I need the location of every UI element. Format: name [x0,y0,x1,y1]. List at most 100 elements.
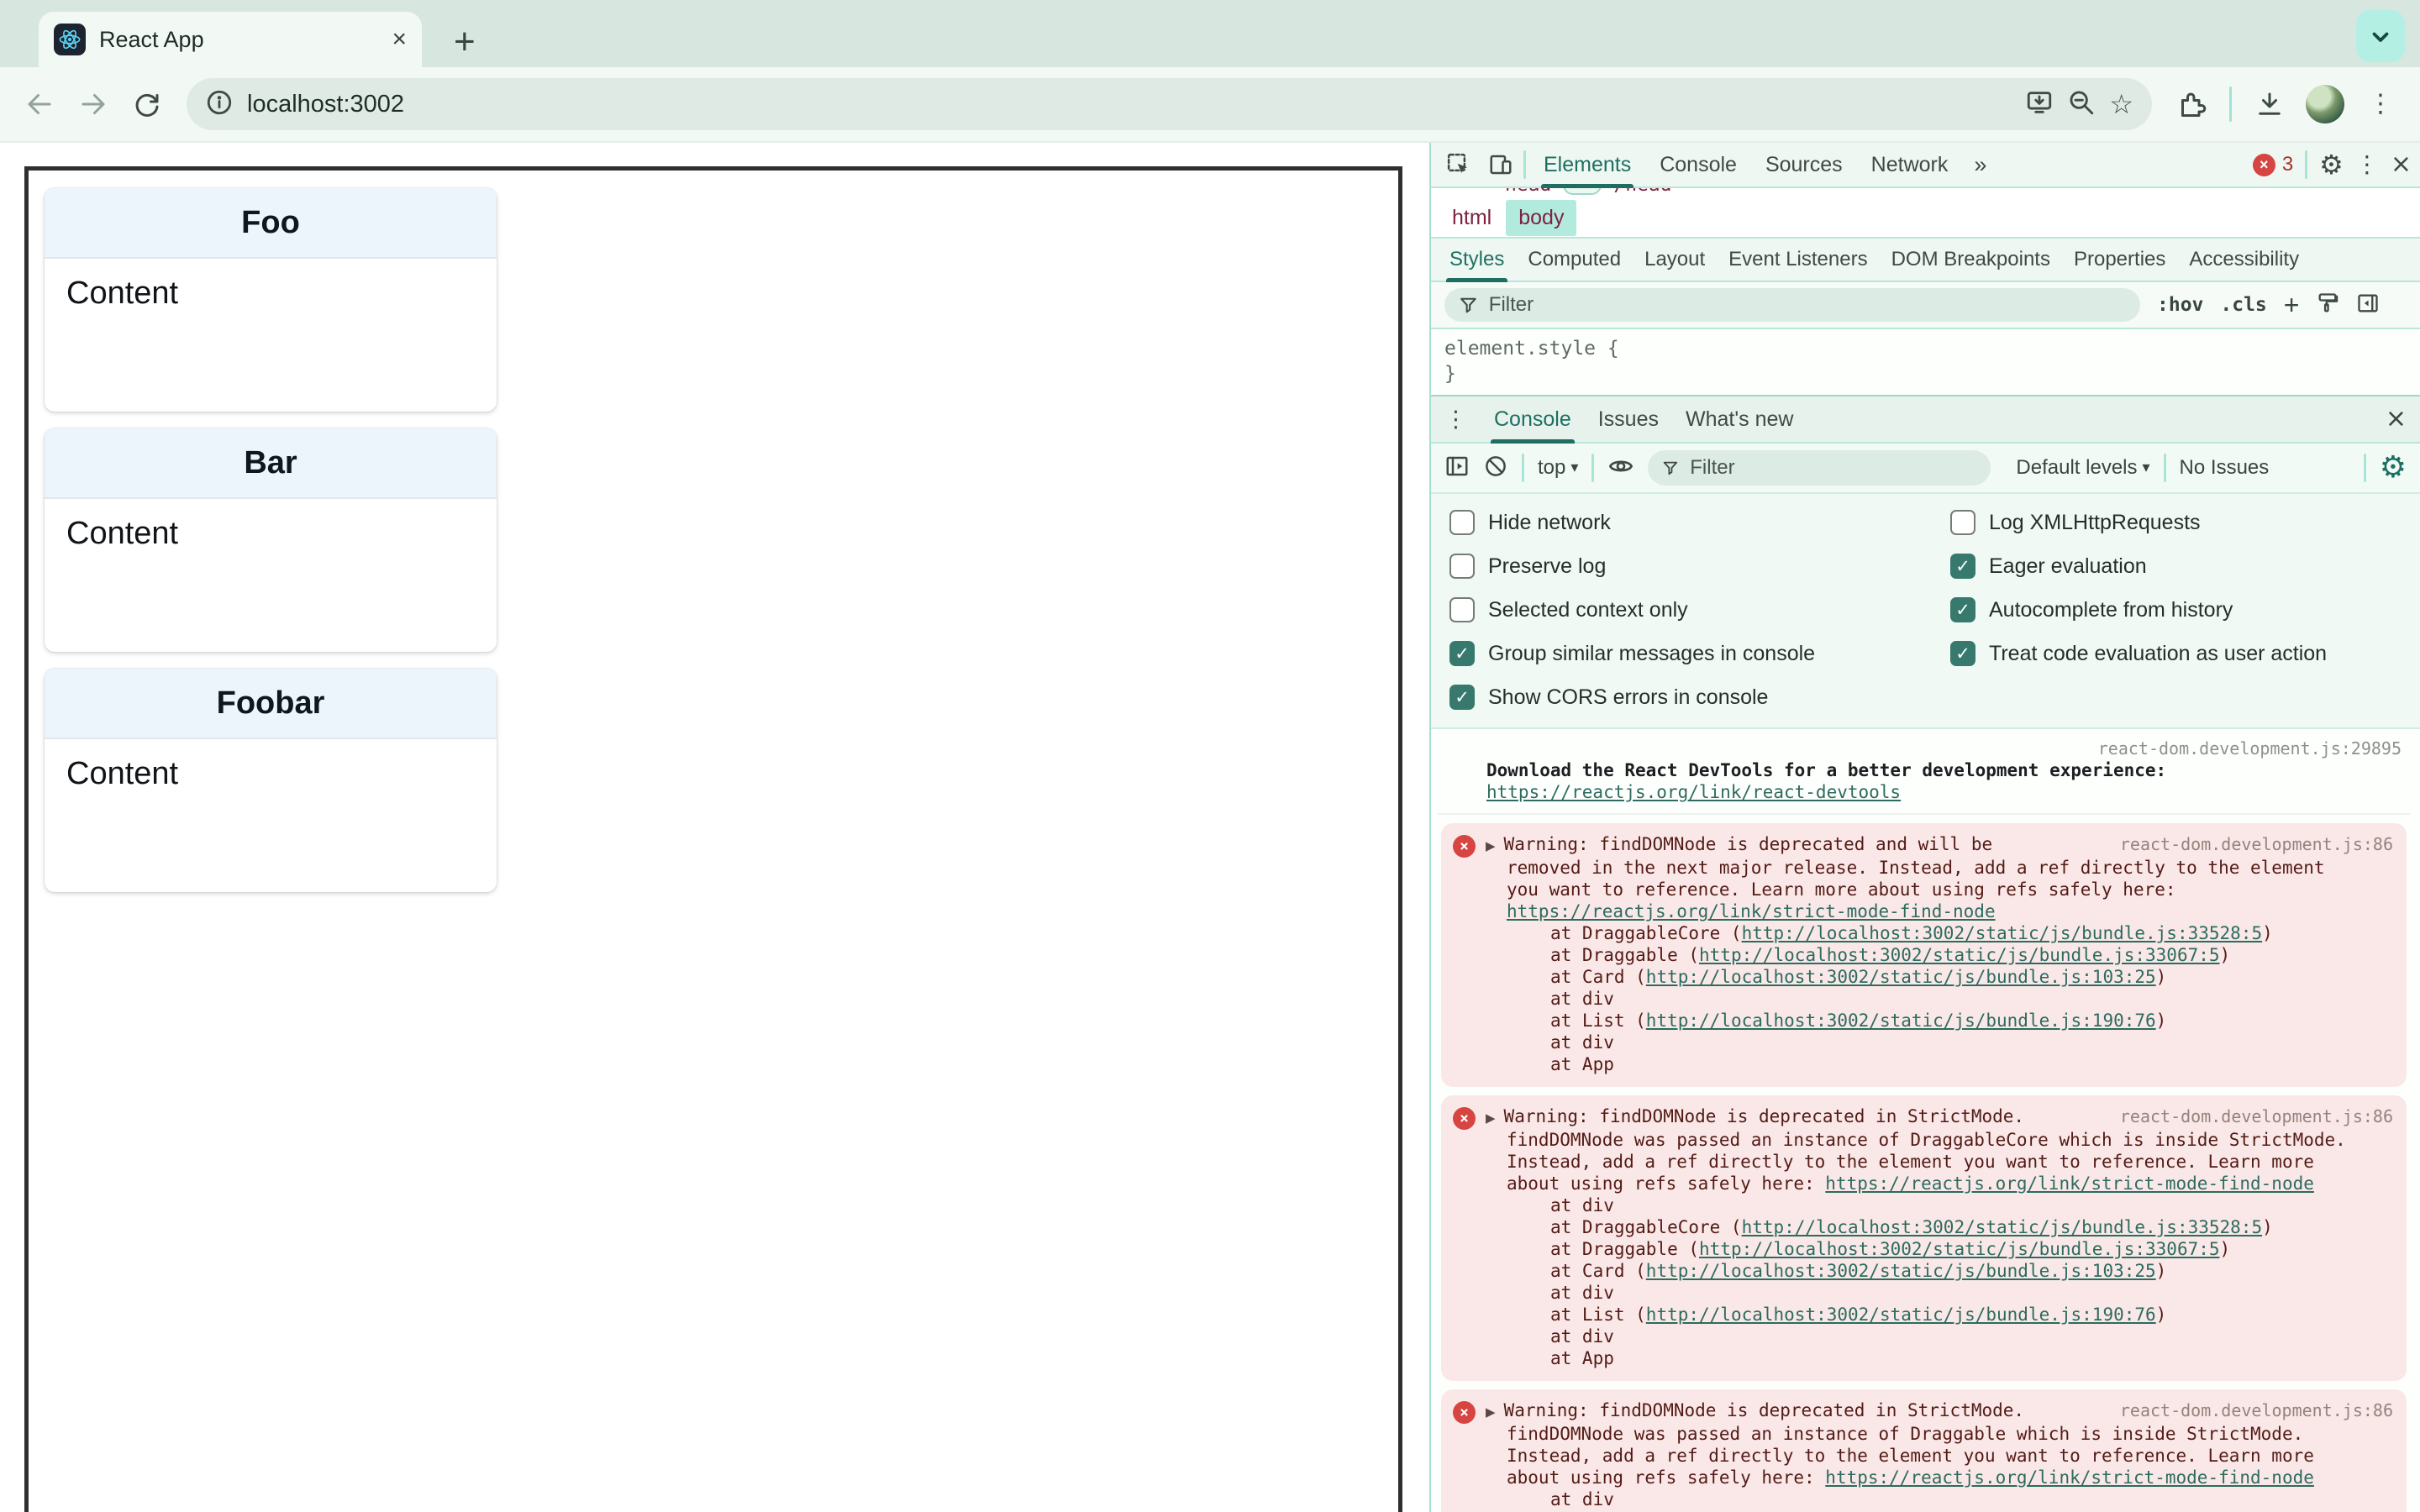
breadcrumb-html[interactable]: html [1439,200,1504,236]
clear-console-icon[interactable] [1483,454,1508,483]
checkbox[interactable] [1449,554,1475,579]
toggle-class-button[interactable]: .cls [2220,294,2266,316]
new-style-rule-button[interactable]: + [2284,291,2300,318]
console-link[interactable]: http://localhost:3002/static/js/bundle.j… [1742,923,2263,943]
devtools-settings-gear-icon[interactable]: ⚙ [2319,151,2344,178]
styles-tab-computed[interactable]: Computed [1516,239,1633,281]
console-setting-log-xmlhttprequests[interactable]: Log XMLHttpRequests [1950,501,2420,544]
drawer-menu-kebab-icon[interactable]: ⋮ [1444,408,1467,431]
breadcrumb-body[interactable]: body [1506,199,1577,236]
console-setting-selected-context-only[interactable]: Selected context only [1449,588,1950,632]
source-link[interactable]: react-dom.development.js:86 [2120,833,2393,855]
styles-tab-dom-breakpoints[interactable]: DOM Breakpoints [1880,239,2062,281]
console-link[interactable]: https://reactjs.org/link/strict-mode-fin… [1507,901,1996,921]
console-link[interactable]: https://reactjs.org/link/strict-mode-fin… [1825,1467,2314,1488]
styles-filter-pill[interactable] [1444,288,2140,322]
console-link[interactable]: https://reactjs.org/link/react-devtools [1486,782,1901,802]
more-tabs-chevron[interactable]: » [1965,152,1995,178]
checkbox[interactable] [1449,597,1475,622]
checkbox[interactable] [1950,510,1975,535]
bookmark-star-icon[interactable]: ☆ [2109,91,2133,118]
console-filter-pill[interactable] [1648,450,1991,486]
expand-arrow-icon[interactable]: ▶ [1486,1107,1496,1129]
console-link[interactable]: http://localhost:3002/static/js/bundle.j… [1742,1217,2263,1237]
url-text[interactable]: localhost:3002 [247,91,2012,118]
checkbox[interactable]: ✓ [1449,641,1475,666]
devtools-tab-network[interactable]: Network [1857,143,1963,186]
browser-tab[interactable]: React App × [39,12,422,67]
drawer-tab-console[interactable]: Console [1481,396,1585,444]
downloads-icon[interactable] [2245,80,2294,129]
source-link[interactable]: react-dom.development.js:86 [2120,1105,2393,1127]
devtools-tab-console[interactable]: Console [1645,143,1751,186]
toggle-hover-state-button[interactable]: :hov [2157,294,2203,316]
extensions-puzzle-icon[interactable] [2167,80,2216,129]
inspect-element-icon[interactable] [1439,145,1478,184]
styles-tab-properties[interactable]: Properties [2062,239,2177,281]
site-info-icon[interactable] [205,88,234,121]
url-bar[interactable]: localhost:3002 ☆ [187,78,2152,130]
expand-arrow-icon[interactable]: ▶ [1486,835,1496,857]
format-paint-icon[interactable] [2316,291,2339,319]
live-expression-eye-icon[interactable] [1607,453,1634,484]
checkbox[interactable] [1449,510,1475,535]
draggable-card-foobar[interactable]: Foobar Content [45,669,497,892]
console-setting-eager-evaluation[interactable]: ✓ Eager evaluation [1950,544,2420,588]
reload-button[interactable] [123,80,171,129]
profile-avatar[interactable] [2306,85,2344,123]
draggable-card-foo[interactable]: Foo Content [45,188,497,412]
browser-menu-kebab-icon[interactable]: ⋮ [2356,80,2405,129]
element-style-rule[interactable]: element.style { } [1431,329,2420,395]
checkbox[interactable]: ✓ [1950,597,1975,622]
expand-arrow-icon[interactable]: ▶ [1486,1401,1496,1423]
zoom-out-icon[interactable] [2067,88,2096,121]
source-link[interactable]: react-dom.development.js:29895 [2098,738,2402,759]
styles-tab-layout[interactable]: Layout [1633,239,1717,281]
tab-close-icon[interactable]: × [392,27,407,52]
devtools-menu-kebab-icon[interactable]: ⋮ [2355,153,2379,176]
console-link[interactable]: http://localhost:3002/static/js/bundle.j… [1646,1011,2156,1031]
console-settings-gear-icon[interactable]: ⚙ [2380,453,2407,483]
console-link[interactable]: https://reactjs.org/link/strict-mode-fin… [1825,1173,2314,1194]
dom-collapsed-badge[interactable] [1563,188,1602,195]
console-setting-show-cors-errors-in-console[interactable]: ✓ Show CORS errors in console [1449,675,1950,719]
drawer-close-icon[interactable]: × [2386,407,2407,432]
console-setting-treat-code-evaluation-as-user-action[interactable]: ✓ Treat code evaluation as user action [1950,632,2420,675]
console-link[interactable]: http://localhost:3002/static/js/bundle.j… [1646,967,2156,987]
back-button[interactable] [15,80,64,129]
new-tab-button[interactable]: + [454,24,476,60]
console-link[interactable]: http://localhost:3002/static/js/bundle.j… [1646,1305,2156,1325]
toggle-sidebar-icon[interactable] [2356,291,2380,319]
drawer-tab-what-s-new[interactable]: What's new [1672,396,1807,442]
console-sidebar-toggle-icon[interactable] [1444,454,1470,483]
console-setting-group-similar-messages-in-console[interactable]: ✓ Group similar messages in console [1449,632,1950,675]
styles-tab-accessibility[interactable]: Accessibility [2177,239,2311,281]
devtools-tab-sources[interactable]: Sources [1751,143,1857,186]
checkbox[interactable]: ✓ [1950,554,1975,579]
devtools-close-icon[interactable]: × [2391,152,2412,177]
console-setting-hide-network[interactable]: Hide network [1449,501,1950,544]
styles-tab-styles[interactable]: Styles [1438,239,1516,282]
styles-tab-event-listeners[interactable]: Event Listeners [1717,239,1879,281]
error-count-badge[interactable]: × 3 [2252,153,2293,176]
drawer-tab-issues[interactable]: Issues [1585,396,1672,442]
source-link[interactable]: react-dom.development.js:86 [2120,1399,2393,1421]
window-chevron-button[interactable] [2356,10,2405,62]
styles-filter-input[interactable] [1488,293,2127,317]
device-toolbar-icon[interactable] [1481,145,1520,184]
forward-button[interactable] [69,80,118,129]
draggable-card-bar[interactable]: Bar Content [45,428,497,652]
log-levels-dropdown[interactable]: Default levels ▾ [2016,456,2149,480]
install-app-icon[interactable] [2025,88,2054,121]
console-setting-autocomplete-from-history[interactable]: ✓ Autocomplete from history [1950,588,2420,632]
checkbox[interactable]: ✓ [1449,685,1475,710]
devtools-tab-elements[interactable]: Elements [1529,143,1645,188]
context-selector[interactable]: top ▾ [1538,456,1578,480]
console-link[interactable]: http://localhost:3002/static/js/bundle.j… [1646,1261,2156,1281]
console-setting-preserve-log[interactable]: Preserve log [1449,544,1950,588]
console-filter-input[interactable] [1690,456,1978,480]
issues-counter[interactable]: No Issues [2180,456,2270,480]
console-link[interactable]: http://localhost:3002/static/js/bundle.j… [1699,1239,2220,1259]
checkbox[interactable]: ✓ [1950,641,1975,666]
console-link[interactable]: http://localhost:3002/static/js/bundle.j… [1699,945,2220,965]
